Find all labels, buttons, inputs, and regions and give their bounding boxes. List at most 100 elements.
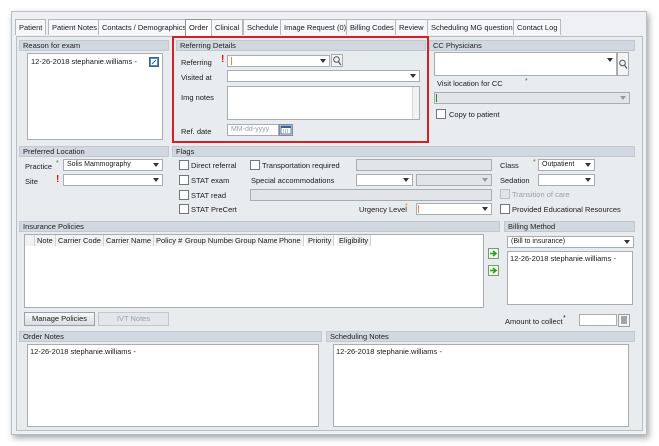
scheduling-notes-text: 12-26-2018 stephanie.williams - xyxy=(336,347,442,356)
tab-contacts-demographics[interactable]: Contacts / Demographics xyxy=(98,19,191,35)
transition-of-care-checkbox[interactable] xyxy=(500,189,510,199)
column-note[interactable]: Note xyxy=(35,235,56,246)
tab-clinical[interactable]: Clinical xyxy=(211,19,244,35)
cc-physicians-header: CC Physicians xyxy=(429,40,635,51)
insurance-table[interactable]: Note Carrier Code Carrier Name Policy # … xyxy=(24,234,484,308)
billing-method-header: Billing Method xyxy=(504,221,635,232)
move-up-icon[interactable] xyxy=(488,248,499,259)
billing-method-select[interactable]: (Bill to insurance) xyxy=(507,236,634,248)
direct-referral-label: Direct referral xyxy=(191,161,237,170)
educational-resources-checkbox[interactable] xyxy=(500,204,510,214)
order-notes-box[interactable]: 12-26-2018 stephanie.williams - xyxy=(27,344,319,427)
practice-label: Practice xyxy=(25,162,53,171)
column-phone[interactable]: Phone xyxy=(277,235,304,246)
column-priority[interactable]: Priority xyxy=(306,235,335,246)
special-accommodations-detail xyxy=(416,174,492,186)
column-carrier-code[interactable]: Carrier Code xyxy=(56,235,104,246)
chevron-down-icon xyxy=(585,178,591,182)
stat-exam-label: STAT exam xyxy=(191,176,230,185)
stat-read-label: STAT read xyxy=(191,191,227,200)
column-carrier-name[interactable]: Carrier Name xyxy=(104,235,155,246)
amount-to-collect-label: Amount to collect xyxy=(505,317,563,326)
tab-patient[interactable]: Patient xyxy=(15,19,47,35)
required-indicator: ! xyxy=(56,174,60,185)
order-notes-header: Order Notes xyxy=(19,331,322,342)
tab-patient-notes[interactable]: Patient Notes xyxy=(48,19,102,35)
practice-select[interactable]: Solis Mammography xyxy=(63,159,163,171)
transportation-required-checkbox[interactable] xyxy=(250,160,260,170)
stat-read-checkbox[interactable] xyxy=(179,190,189,200)
stat-precert-label: STAT PreCert xyxy=(191,205,237,214)
site-label: Site xyxy=(25,177,38,186)
reason-for-exam-box[interactable]: 12-26-2018 stephanie.williams - xyxy=(27,53,163,140)
sedation-select[interactable] xyxy=(538,174,595,186)
tab-bar: Patient Patient Notes Contacts / Demogra… xyxy=(15,19,645,36)
special-accommodations-label: Special accommodations xyxy=(251,176,335,185)
column-policy-number[interactable]: Policy # xyxy=(154,235,186,246)
transition-of-care-label: Transition of care xyxy=(512,190,570,199)
chevron-down-icon xyxy=(620,96,626,100)
direct-referral-checkbox[interactable] xyxy=(179,160,189,170)
scheduling-notes-header: Scheduling Notes xyxy=(326,331,635,342)
class-select[interactable]: Outpatient xyxy=(538,159,595,171)
reason-text: 12-26-2018 stephanie.williams - xyxy=(31,57,137,66)
preferred-location-header: Preferred Location xyxy=(19,146,169,157)
required-star: * xyxy=(533,159,536,166)
copy-to-patient-checkbox[interactable] xyxy=(436,109,446,119)
tab-contact-log[interactable]: Contact Log xyxy=(513,19,562,35)
column-eligibility[interactable]: Eligibility xyxy=(337,235,372,246)
chevron-down-icon xyxy=(153,178,159,182)
transportation-required-label: Transportation required xyxy=(262,161,340,170)
stat-precert-checkbox[interactable] xyxy=(179,204,189,214)
class-value: Outpatient xyxy=(542,161,575,168)
tab-review[interactable]: Review xyxy=(395,19,428,35)
class-label: Class xyxy=(500,161,519,170)
practice-value: Solis Mammography xyxy=(67,161,131,168)
amount-to-collect-input[interactable] xyxy=(579,314,617,326)
site-select[interactable] xyxy=(63,174,163,186)
text-cursor xyxy=(418,205,419,213)
scheduling-notes-box[interactable]: 12-26-2018 stephanie.williams - xyxy=(333,344,629,427)
transportation-input xyxy=(356,159,492,171)
urgency-level-label: Urgency Level xyxy=(359,205,407,214)
tab-image-request[interactable]: Image Request (0) xyxy=(280,19,351,35)
chevron-down-icon xyxy=(403,178,409,182)
tab-order[interactable]: Order xyxy=(185,19,213,36)
special-accommodations-select[interactable] xyxy=(356,174,413,186)
billing-notes-box[interactable]: 12-26-2018 stephanie.williams - xyxy=(507,251,633,305)
reason-for-exam-header: Reason for exam xyxy=(19,40,169,51)
tab-schedule[interactable]: Schedule xyxy=(243,19,283,35)
required-star: * xyxy=(405,203,408,210)
chevron-down-icon xyxy=(482,207,488,211)
required-star: * xyxy=(56,160,59,167)
chevron-down-icon xyxy=(607,58,613,62)
insurance-policies-header: Insurance Policies xyxy=(19,221,500,232)
edit-note-icon[interactable] xyxy=(149,57,159,67)
stat-read-input xyxy=(250,189,492,201)
tab-scheduling-mg-questions[interactable]: Scheduling MG questions xyxy=(427,19,521,35)
educational-resources-label: Provided Educational Resources xyxy=(512,205,621,214)
billing-notes-text: 12-26-2018 stephanie.williams - xyxy=(510,254,616,263)
column-group-name[interactable]: Group Name xyxy=(233,235,281,246)
sedation-label: Sedation xyxy=(500,176,530,185)
urgency-level-select[interactable] xyxy=(416,203,492,215)
tab-billing-codes[interactable]: Billing Codes xyxy=(346,19,398,35)
chevron-down-icon xyxy=(153,163,159,167)
visit-location-select[interactable] xyxy=(434,92,630,104)
highlight-box xyxy=(172,36,429,143)
calculator-icon[interactable] xyxy=(618,314,630,327)
stat-exam-checkbox[interactable] xyxy=(179,175,189,185)
column-group-number[interactable]: Group Number xyxy=(183,235,238,246)
manage-policies-button[interactable]: Manage Policies xyxy=(24,312,95,326)
required-star: * xyxy=(525,78,528,85)
ivt-notes-button[interactable]: IVT Notes xyxy=(98,312,169,326)
copy-to-patient-label: Copy to patient xyxy=(449,110,500,119)
move-down-icon[interactable] xyxy=(488,265,499,276)
required-star: * xyxy=(563,315,566,322)
search-icon[interactable] xyxy=(617,52,629,76)
flags-header: Flags xyxy=(172,146,635,157)
chevron-down-icon xyxy=(585,163,591,167)
visit-location-label: Visit location for CC xyxy=(437,79,503,88)
chevron-down-icon xyxy=(624,240,630,244)
cc-physicians-list[interactable] xyxy=(434,52,617,76)
